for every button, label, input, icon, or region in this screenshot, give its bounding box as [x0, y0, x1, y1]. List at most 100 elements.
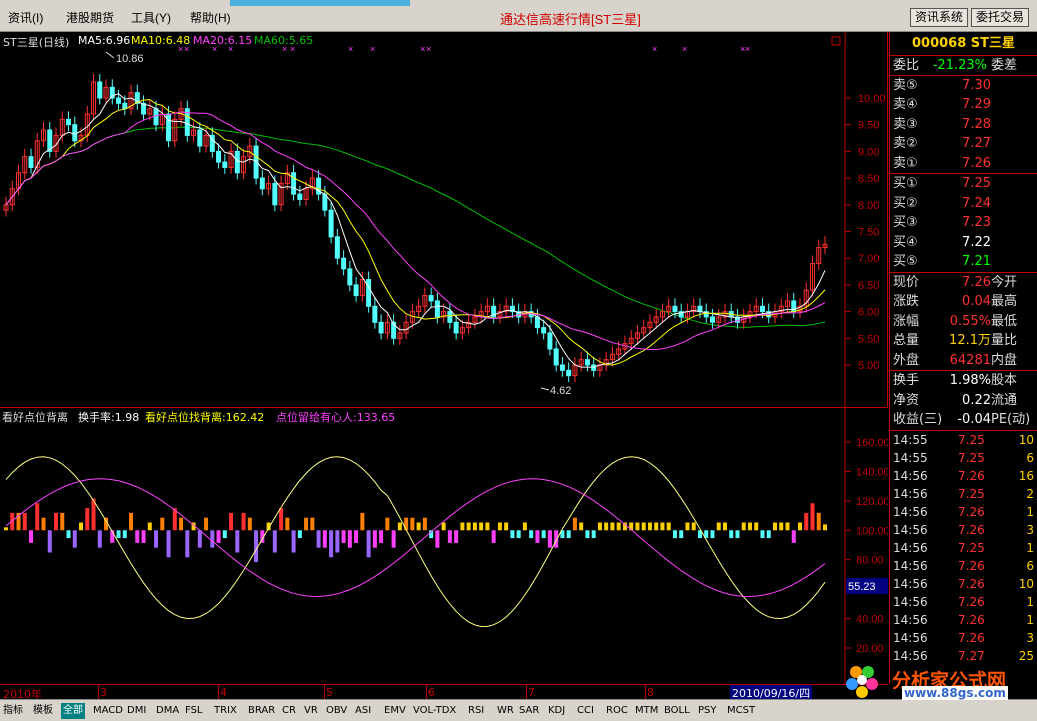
stat-row-3-label: 涨幅 — [893, 313, 920, 329]
indicator-bar — [479, 522, 484, 531]
tab-wr[interactable]: WR — [495, 703, 516, 719]
finance-row-3-value: -0.04 — [957, 412, 991, 427]
tab-emv[interactable]: EMV — [382, 703, 408, 719]
high-price-label: 10.86 — [116, 53, 144, 65]
candle — [603, 351, 609, 372]
tick-price: 7.25 — [958, 540, 985, 555]
indicator-bar — [741, 522, 746, 531]
indicator-bar — [285, 517, 290, 531]
tick-list[interactable]: 14:55 7.25 10 14:55 7.25 6 14:56 7.26 16 14:56 7.2… — [890, 431, 1037, 665]
indicator-chart[interactable]: 看好点位背离 换手率:1.98 看好点位找背离:162.42 点位留给有心人:1… — [0, 407, 888, 685]
candle — [428, 287, 434, 308]
bid-row-4-label: 买④ — [893, 234, 918, 250]
tick-time: 14:56 — [893, 468, 928, 483]
ratio-value: -21.23% — [932, 58, 987, 73]
candle — [466, 314, 472, 335]
tab-psy[interactable]: PSY — [696, 703, 719, 719]
tab-macd[interactable]: MACD — [91, 703, 125, 719]
candle — [659, 303, 665, 324]
tab-指标[interactable]: 指标 — [1, 703, 25, 719]
ma5-line — [5, 93, 826, 368]
tab-mtm[interactable]: MTM — [633, 703, 660, 719]
news-system-button[interactable]: 资讯系统 — [910, 8, 968, 27]
tab-模板[interactable]: 模板 — [31, 703, 55, 719]
indicator-bar — [422, 517, 427, 531]
menu-news[interactable]: 资讯(I) — [8, 9, 43, 26]
indicator-bar — [760, 530, 765, 539]
tick-price: 7.26 — [958, 594, 985, 609]
signal-marker: × — [184, 44, 189, 54]
stat-row-2-right: 最高 — [991, 294, 1018, 309]
tab-obv[interactable]: OBV — [324, 703, 349, 719]
tab-rsi[interactable]: RSI — [466, 703, 486, 719]
price-tick: 10.00 — [845, 93, 886, 105]
svg-text:120.00: 120.00 — [856, 496, 888, 508]
candle — [484, 298, 490, 319]
candle — [766, 303, 772, 324]
tab-全部[interactable]: 全部 — [61, 703, 85, 719]
tick-volume: 2 — [1026, 486, 1034, 501]
candle — [228, 143, 234, 174]
menu-hk-futures[interactable]: 港股期货 — [66, 9, 114, 26]
tab-asi[interactable]: ASI — [353, 703, 373, 719]
tab-vr[interactable]: VR — [302, 703, 320, 719]
candle — [28, 148, 34, 174]
tab-dmi[interactable]: DMI — [125, 703, 148, 719]
tab-kdj[interactable]: KDJ — [546, 703, 567, 719]
candle — [391, 314, 397, 345]
menu-help[interactable]: 帮助(H) — [190, 9, 231, 26]
tab-trix[interactable]: TRIX — [212, 703, 239, 719]
indicator-bar — [579, 522, 584, 531]
indicator-bar — [204, 517, 209, 531]
indicator-bar — [566, 530, 571, 539]
indicator-bar — [597, 522, 602, 531]
indicator-bar — [47, 530, 52, 553]
ask-row-2: 卖② 7.27 — [890, 134, 1037, 154]
maximize-icon[interactable] — [831, 36, 841, 46]
tick-volume: 1 — [1026, 504, 1034, 519]
indicator-bar — [122, 530, 127, 539]
tab-vol-tdx[interactable]: VOL-TDX — [411, 703, 458, 719]
indicator-bar — [97, 530, 102, 548]
finance-row-3-label: 收益(三) — [893, 412, 943, 427]
candle — [366, 271, 372, 313]
candle — [678, 303, 684, 324]
tick-volume: 3 — [1026, 522, 1034, 537]
finance-row-1-value: 1.98% — [949, 373, 991, 388]
price-tick: 9.50 — [845, 120, 879, 132]
candle — [822, 236, 828, 254]
tab-cr[interactable]: CR — [280, 703, 298, 719]
tab-roc[interactable]: ROC — [604, 703, 630, 719]
tab-dma[interactable]: DMA — [154, 703, 181, 719]
trade-button[interactable]: 委托交易 — [971, 8, 1029, 27]
svg-text:5.00: 5.00 — [858, 360, 879, 372]
indicator-tabs: 指标 模板 全部 MACD DMI DMA FSL TRIX BRAR CR VR OBV ASI EMV… — [0, 699, 1037, 721]
ask-row-2-label: 卖② — [893, 136, 918, 151]
tab-sar[interactable]: SAR — [517, 703, 541, 719]
menu-tools[interactable]: 工具(Y) — [131, 9, 171, 26]
candle — [166, 106, 172, 148]
candle — [372, 298, 378, 329]
stat-row-5-label: 外盘 — [893, 352, 920, 368]
indicator-bar — [291, 530, 296, 553]
finance-list: 换手 1.98% 股本 净资 0.22 流通 收益(三) -0.04 PE(动) — [890, 371, 1037, 431]
tab-mcst[interactable]: MCST — [725, 703, 757, 719]
tick-time: 14:55 — [893, 450, 928, 465]
kline-chart[interactable]: ST三星(日线) MA5:6.96 MA10:6.48 MA20:6.15 MA… — [0, 32, 888, 407]
stock-code-title: 000068 ST三星 — [890, 32, 1037, 56]
candle — [184, 100, 190, 142]
tab-fsl[interactable]: FSL — [183, 703, 205, 719]
tick-volume: 10 — [1018, 576, 1034, 591]
tab-boll[interactable]: BOLL — [662, 703, 692, 719]
tab-cci[interactable]: CCI — [575, 703, 596, 719]
stat-row-3-right: 最低 — [991, 313, 1018, 329]
tick-time: 14:56 — [893, 630, 928, 645]
tick-time: 14:56 — [893, 594, 928, 609]
finance-row-3: 收益(三) -0.04 PE(动) — [890, 410, 1037, 430]
price-tick: 6.50 — [845, 280, 879, 292]
tick-volume: 6 — [1026, 558, 1034, 573]
tab-brar[interactable]: BRAR — [246, 703, 277, 719]
ratio-right-label: 委差 — [991, 58, 1018, 73]
stat-row-2-value: 0.04 — [962, 294, 991, 309]
indicator-bar — [372, 530, 377, 548]
